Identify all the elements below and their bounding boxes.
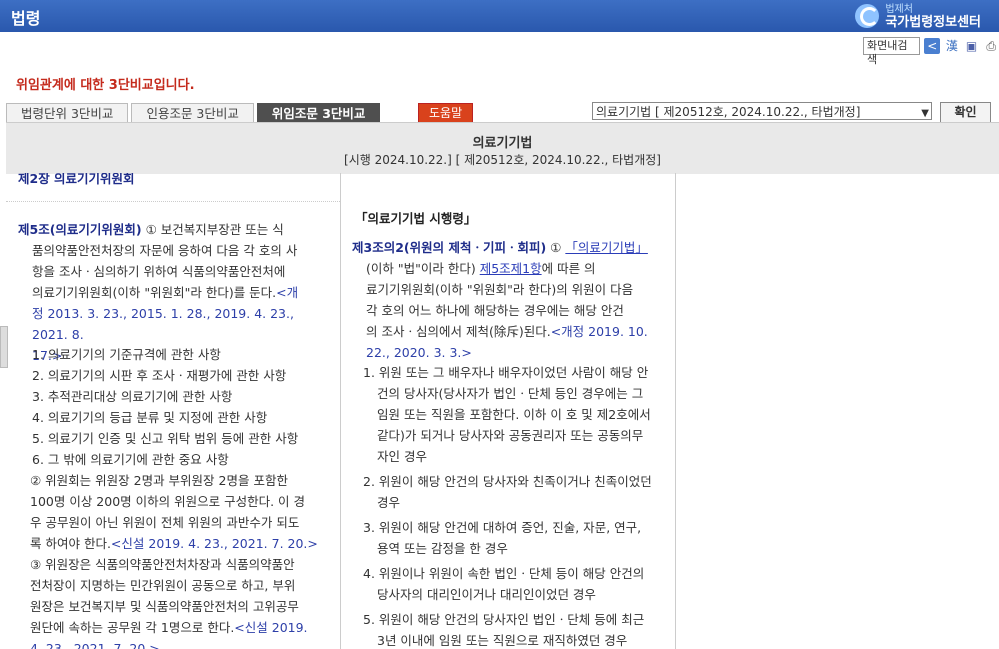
chapter-heading: 제2장 의료기기위원회	[18, 173, 135, 186]
amend-note: <개	[276, 285, 299, 300]
list-item: 2. 의료기기의 시판 후 조사ㆍ재평가에 관한 사항	[32, 368, 287, 383]
hanja-toggle-icon[interactable]: 漢	[944, 38, 960, 54]
article-5-title[interactable]: 제5조(의료기기위원회)	[18, 222, 142, 237]
list-item: 5. 위원이 해당 안건의 당사자인 법인ㆍ단체 등에 최근 3년 이내에 임원…	[363, 612, 645, 648]
amend-note: <신설 2019.	[234, 620, 308, 635]
paragraph-link[interactable]: 제1항	[511, 261, 542, 276]
site-logo[interactable]: 법제처 국가법령정보센터	[855, 2, 981, 30]
list-item: 4. 위원이나 위원이 속한 법인ㆍ단체 등이 해당 안건의 당사자의 대리인이…	[363, 566, 645, 602]
share-icon[interactable]: <	[924, 38, 941, 54]
column-rule	[676, 173, 999, 649]
article-5-para-3: ③ 위원장은 식품의약품안전처차장과 식품의약품안 전처장이 지명하는 민간위원…	[18, 554, 318, 649]
article-5-items: 1. 의료기기의 기준규격에 관한 사항 2. 의료기기의 시판 후 조사ㆍ재평…	[32, 344, 322, 470]
decree-article-3-2: 제3조의2(위원의 제척ㆍ기피ㆍ회피) ① 「의료기기법」 (이하 "법"이라 …	[352, 237, 652, 363]
toolbar: 화면내검색 < 漢 ▣ ⎙	[863, 37, 999, 66]
article-5-para-2: ② 위원회는 위원장 2명과 부위원장 2명을 포함한 100명 이상 200명…	[30, 473, 318, 551]
list-item: 6. 그 밖에 의료기기에 관한 중요 사항	[32, 452, 229, 467]
top-bar: 법령 법제처 국가법령정보센터	[0, 0, 999, 32]
decree-title: 「의료기기법 시행령」	[355, 211, 477, 226]
list-item: 3. 추적관리대상 의료기기에 관한 사항	[32, 389, 233, 404]
amend-note: <개정 2019. 10.	[550, 324, 648, 339]
list-item: 1. 의료기기의 기준규격에 관한 사항	[32, 347, 221, 362]
chevron-down-icon: ▼	[921, 108, 929, 119]
amend-note: <신설 2019. 4. 23., 2021. 7. 20.>	[110, 536, 318, 551]
logo-mark-icon	[855, 4, 880, 28]
save-icon[interactable]: ▣	[964, 38, 980, 54]
list-item: 1. 위원 또는 그 배우자나 배우자이었던 사람이 해당 안건의 당사자(당사…	[363, 365, 651, 464]
law-version-select[interactable]: 의료기기법 [ 제20512호, 2024.10.22., 타법개정] ▼	[592, 102, 932, 120]
list-item: 4. 의료기기의 등급 분류 및 지정에 관한 사항	[32, 410, 268, 425]
logo-big-text: 국가법령정보센터	[885, 15, 981, 30]
list-item: 3. 위원이 해당 안건에 대하여 증언, 진술, 자문, 연구, 용역 또는 …	[363, 520, 642, 556]
law-version-value: 의료기기법 [ 제20512호, 2024.10.22., 타법개정]	[596, 105, 861, 119]
amend-note: 22., 2020. 3. 3.>	[366, 345, 472, 360]
help-button[interactable]: 도움말	[418, 103, 474, 123]
law-link[interactable]: 「의료기기법」	[565, 240, 648, 255]
amend-note: 4. 23., 2021. 7. 20.>	[30, 641, 160, 649]
print-icon[interactable]: ⎙	[983, 38, 999, 54]
amend-note: 정 2013. 3. 23., 2015. 1. 28., 2019. 4. 2…	[32, 306, 294, 342]
list-item: 2. 위원이 해당 안건의 당사자와 친족이거나 친족이었던 경우	[363, 474, 652, 510]
decree-article-title[interactable]: 제3조의2(위원의 제척ㆍ기피ㆍ회피)	[352, 240, 546, 255]
law-header: 의료기기법 [시행 2024.10.22.] [ 제20512호, 2024.1…	[6, 122, 999, 174]
confirm-button[interactable]: 확인	[940, 102, 991, 123]
column-law: 제2장 의료기기위원회 제5조(의료기기위원회) ① 보건복지부장관 또는 식 …	[6, 173, 341, 649]
column-decree: 「의료기기법 시행령」 제3조의2(위원의 제척ㆍ기피ㆍ회피) ① 「의료기기법…	[341, 173, 676, 649]
decree-items: 1. 위원 또는 그 배우자나 배우자이었던 사람이 해당 안건의 당사자(당사…	[363, 362, 653, 649]
divider	[6, 201, 340, 202]
article-link[interactable]: 제5조	[480, 261, 511, 276]
law-info: [시행 2024.10.22.] [ 제20512호, 2024.10.22.,…	[344, 153, 661, 167]
list-item: 5. 의료기기 인증 및 신고 위탁 범위 등에 관한 사항	[32, 431, 299, 446]
law-name: 의료기기법	[472, 136, 533, 151]
notice-text: 위임관계에 대한 3단비교입니다.	[16, 78, 195, 93]
app-title: 법령	[11, 9, 41, 28]
in-page-search-button[interactable]: 화면내검색	[863, 37, 921, 66]
